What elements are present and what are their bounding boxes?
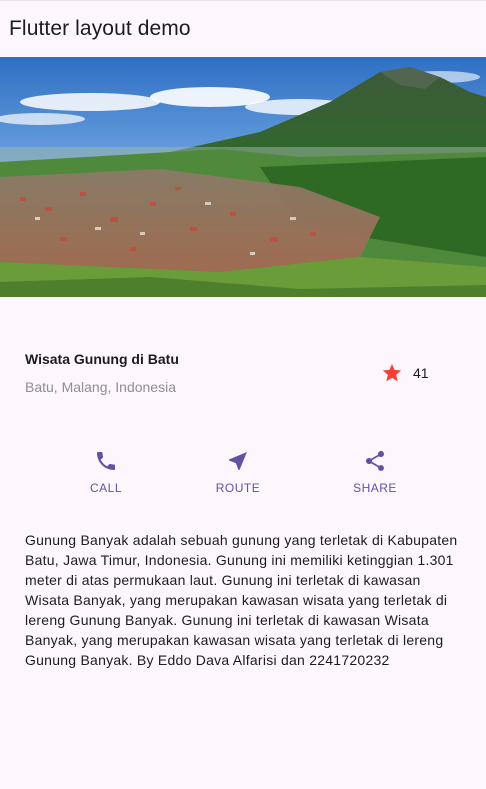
hero-image (0, 57, 486, 297)
action-row: CALL ROUTE SHARE (0, 445, 486, 505)
mountain-landscape-photo (0, 57, 486, 297)
share-icon (366, 451, 384, 471)
call-label: CALL (89, 481, 123, 495)
place-name: Wisata Gunung di Batu (25, 351, 179, 367)
place-location: Batu, Malang, Indonesia (25, 379, 176, 395)
share-button[interactable]: SHARE (330, 445, 420, 501)
rating-count: 41 (413, 365, 429, 381)
description-text: Gunung Banyak adalah sebuah gunung yang … (25, 532, 458, 668)
title-section: Wisata Gunung di Batu Batu, Malang, Indo… (25, 340, 461, 400)
app-bar: Flutter layout demo (0, 0, 486, 57)
app-root: Flutter layout demo Wisata Gunung di Bat… (0, 0, 486, 789)
phone-icon (97, 452, 115, 470)
star-icon[interactable] (381, 362, 403, 384)
navigation-icon (229, 452, 247, 470)
route-label: ROUTE (215, 481, 261, 495)
route-button[interactable]: ROUTE (193, 445, 283, 501)
call-button[interactable]: CALL (61, 445, 151, 501)
page-title: Flutter layout demo (9, 17, 191, 40)
share-label: SHARE (353, 481, 397, 495)
